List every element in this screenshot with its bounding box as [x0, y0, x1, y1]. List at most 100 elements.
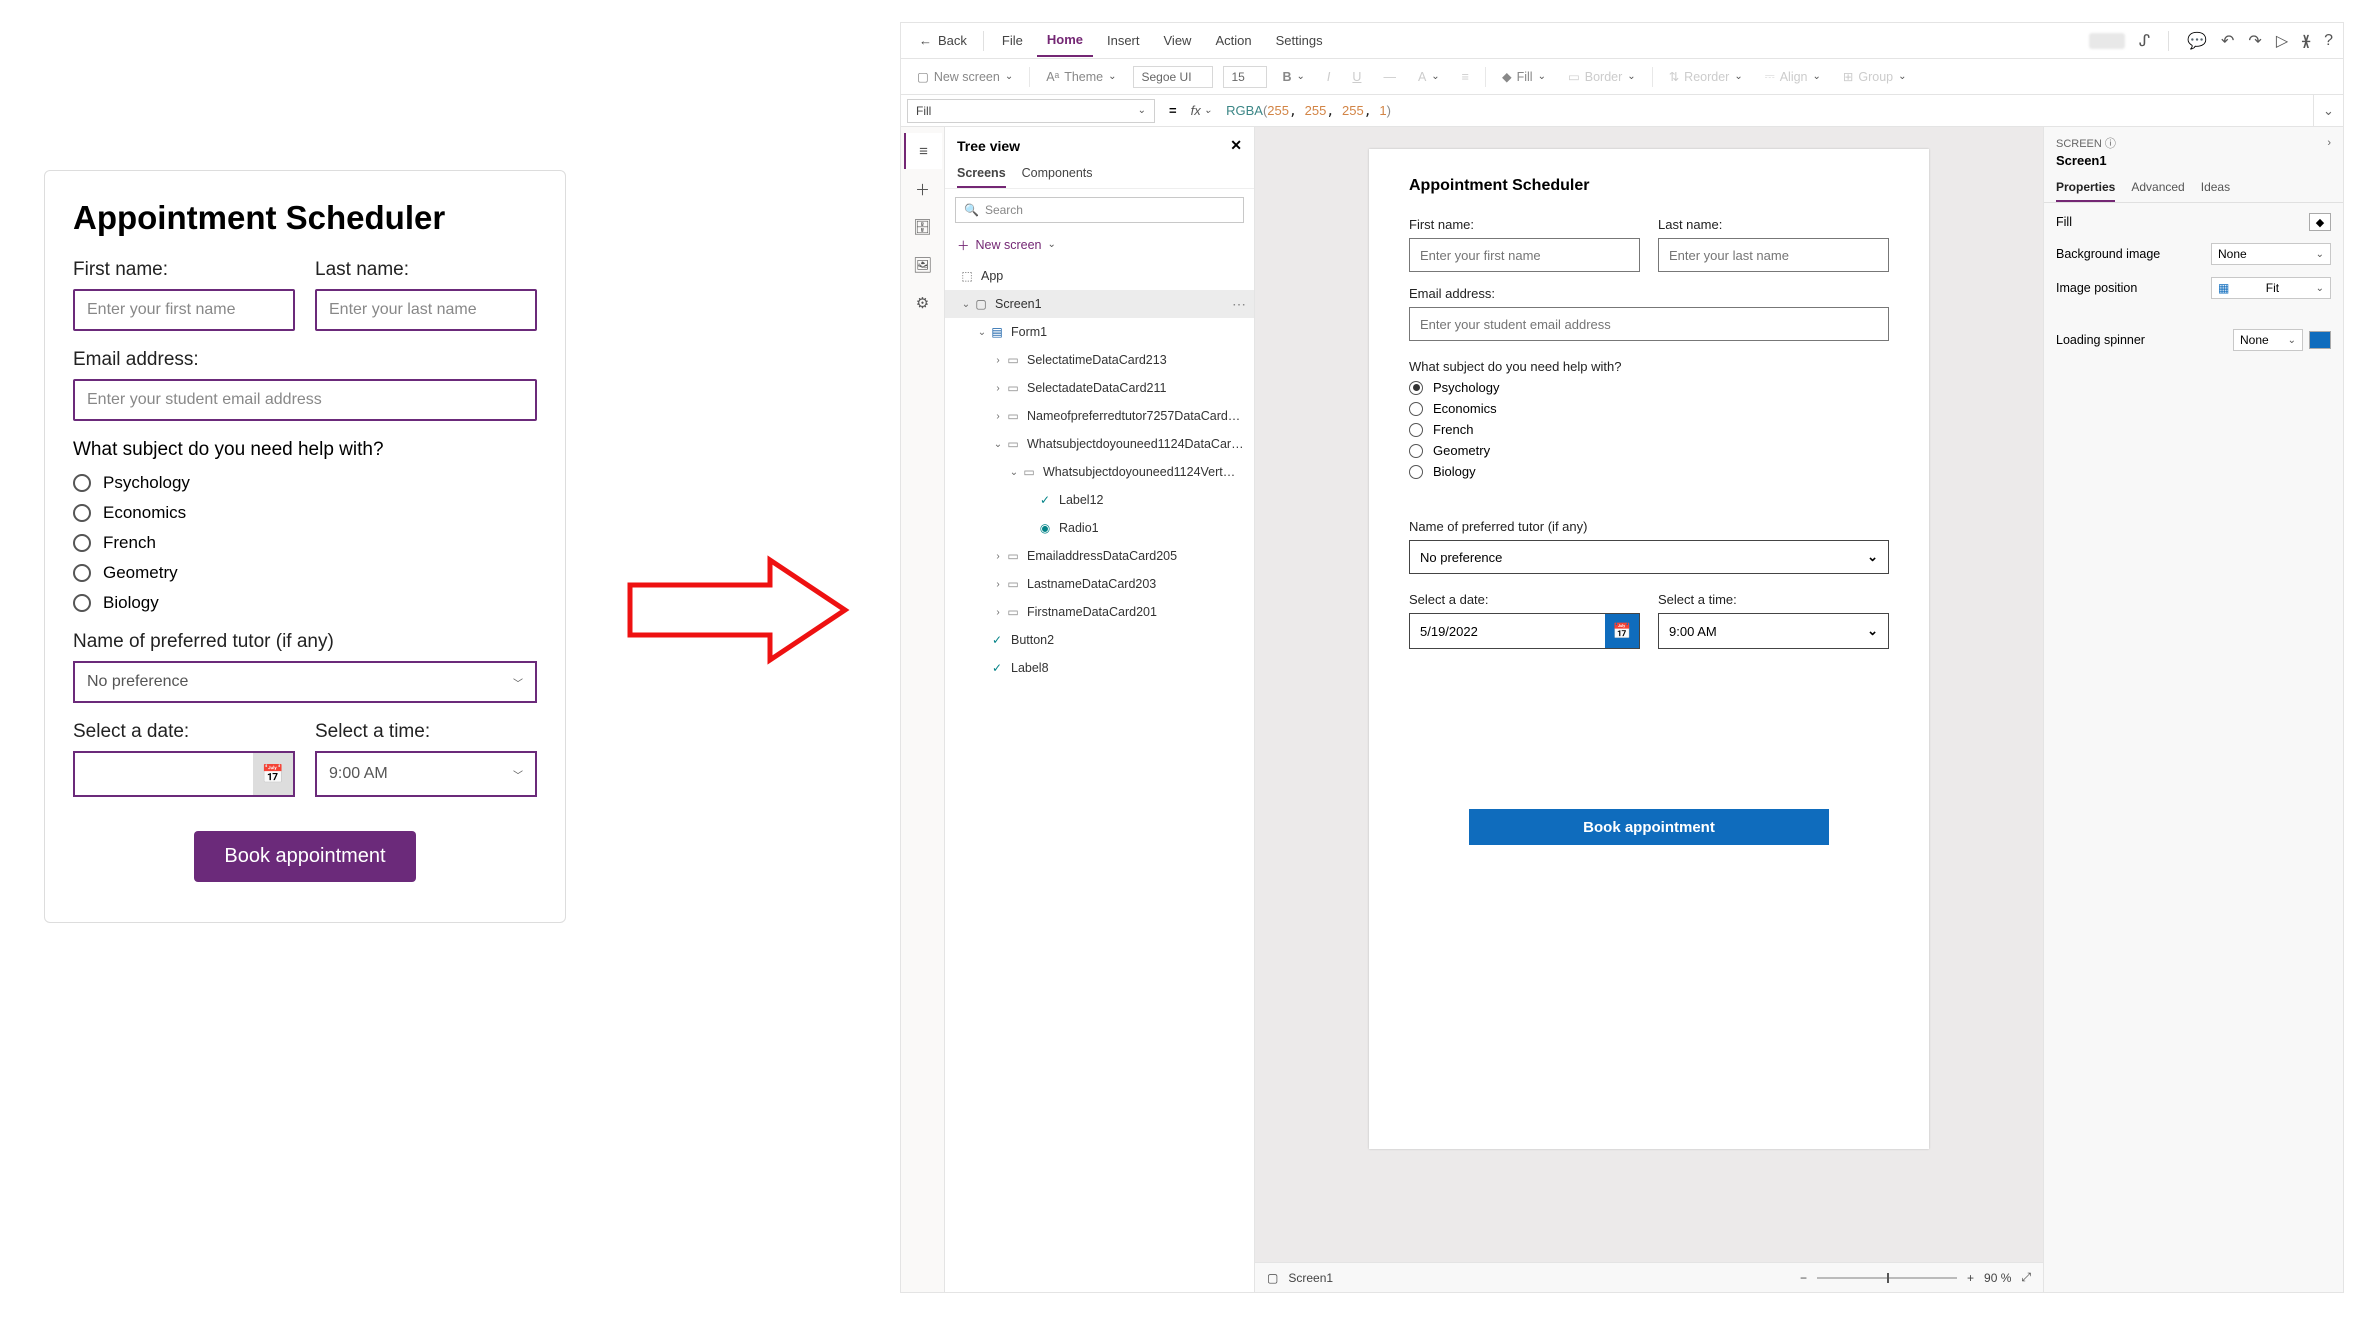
new-screen-button[interactable]: ▢ New screen ⌄ — [911, 65, 1019, 88]
undo-icon[interactable]: ↶ — [2221, 31, 2234, 51]
image-position-select[interactable]: ▦ Fit⌄ — [2211, 277, 2331, 299]
property-select[interactable]: Fill⌄ — [907, 99, 1155, 123]
more-icon[interactable]: ⋯ — [1232, 296, 1246, 313]
font-color-button: A⌄ — [1412, 66, 1446, 88]
fill-color-button[interactable]: ◆ — [2309, 213, 2331, 231]
chevron-right-icon[interactable]: › — [2327, 137, 2331, 149]
props-tab-ideas[interactable]: Ideas — [2201, 174, 2230, 202]
formula-bar: Fill⌄ = fx⌄ RGBA(255, 255, 255, 1) ⌄ — [901, 95, 2343, 127]
rail-insert[interactable]: ＋ — [904, 171, 942, 207]
bold-button[interactable]: B⌄ — [1277, 66, 1311, 88]
tree-node-label8[interactable]: ✓Label8 — [945, 654, 1254, 682]
time-label: Select a time: — [1658, 592, 1889, 607]
tree-tab-components[interactable]: Components — [1022, 160, 1093, 188]
zoom-in-button[interactable]: + — [1967, 1271, 1974, 1285]
tree-node-label12[interactable]: ✓Label12 — [945, 486, 1254, 514]
border-button: ▭ Border ⌄ — [1562, 65, 1642, 88]
tree-node-subject-card[interactable]: ⌄▭Whatsubjectdoyouneed1124DataCar… — [945, 430, 1254, 458]
last-name-input[interactable] — [1658, 238, 1889, 272]
tree-node-tutor[interactable]: ›▭Nameofpreferredtutor7257DataCard… — [945, 402, 1254, 430]
radio-icon — [1409, 423, 1423, 437]
tree-node-selectatime[interactable]: ›▭SelectatimeDataCard213 — [945, 346, 1254, 374]
radio-psychology[interactable]: Psychology — [1409, 380, 1889, 395]
back-button[interactable]: ←Back — [911, 33, 975, 48]
tree-node-app[interactable]: ⬚App — [945, 262, 1254, 290]
fill-button[interactable]: ◆ Fill ⌄ — [1496, 65, 1552, 88]
spinner-select[interactable]: None⌄ — [2233, 329, 2303, 351]
tree-node-firstname[interactable]: ›▭FirstnameDataCard201 — [945, 598, 1254, 626]
app-checker-icon[interactable]: ᔑ — [2139, 31, 2150, 51]
radio-circle-icon — [73, 474, 91, 492]
mock-tutor-label: Name of preferred tutor (if any) — [73, 631, 537, 653]
date-picker[interactable]: 5/19/2022📅 — [1409, 613, 1640, 649]
formula-expand[interactable]: ⌄ — [2313, 95, 2343, 126]
radio-circle-icon — [73, 534, 91, 552]
tree-node-subject-vert[interactable]: ⌄▭Whatsubjectdoyouneed1124Vert… — [945, 458, 1254, 486]
comments-icon[interactable]: 💬 — [2187, 31, 2207, 51]
theme-button[interactable]: Aᵃ Theme ⌄ — [1040, 66, 1122, 88]
book-appointment-button[interactable]: Book appointment — [1469, 809, 1829, 845]
mock-first-label: First name: — [73, 259, 295, 281]
tree-search-input[interactable]: 🔍 Search — [955, 197, 1244, 223]
font-select[interactable]: Segoe UI — [1133, 66, 1213, 88]
font-size-input[interactable]: 15 — [1223, 66, 1267, 88]
tree-tab-screens[interactable]: Screens — [957, 160, 1006, 188]
redo-icon[interactable]: ↷ — [2248, 31, 2261, 51]
radio-french[interactable]: French — [1409, 422, 1889, 437]
menu-insert[interactable]: Insert — [1097, 25, 1150, 56]
close-icon[interactable]: ✕ — [1230, 137, 1242, 154]
app-title: Appointment Scheduler — [1409, 177, 1889, 195]
info-icon[interactable]: ⓘ — [2105, 138, 2116, 150]
tree-node-email[interactable]: ›▭EmailaddressDataCard205 — [945, 542, 1254, 570]
user-badge — [2089, 33, 2125, 49]
menu-file[interactable]: File — [992, 25, 1033, 56]
underline-button: U — [1346, 66, 1367, 88]
spinner-color-swatch[interactable] — [2309, 331, 2331, 349]
canvas-area[interactable]: Appointment Scheduler First name: Last n… — [1255, 127, 2043, 1292]
menu-settings[interactable]: Settings — [1266, 25, 1333, 56]
tree-node-button2[interactable]: ✓Button2 — [945, 626, 1254, 654]
fit-to-window-icon[interactable]: ⤢ — [2021, 1270, 2031, 1285]
chevron-down-icon: ﹀ — [513, 675, 523, 690]
tutor-select[interactable]: No preference⌄ — [1409, 540, 1889, 574]
tree-list: ⬚App ⌄▢Screen1⋯ ⌄▤Form1 ›▭SelectatimeDat… — [945, 262, 1254, 1292]
app-screen1[interactable]: Appointment Scheduler First name: Last n… — [1369, 149, 1929, 1149]
calendar-icon[interactable]: 📅 — [1605, 614, 1639, 648]
rail-advanced-tools[interactable]: ⚙ — [904, 285, 942, 321]
tree-node-radio1[interactable]: ◉Radio1 — [945, 514, 1254, 542]
rail-tree-view[interactable]: ≡ — [904, 133, 942, 169]
chevron-down-icon: ﹀ — [513, 767, 523, 782]
first-name-input[interactable] — [1409, 238, 1640, 272]
bg-image-select[interactable]: None⌄ — [2211, 243, 2331, 265]
props-tab-advanced[interactable]: Advanced — [2131, 174, 2184, 202]
formula-input[interactable]: RGBA(255, 255, 255, 1) — [1218, 103, 2313, 119]
props-selection-name: Screen1 — [2044, 153, 2343, 174]
time-select[interactable]: 9:00 AM⌄ — [1658, 613, 1889, 649]
tree-node-form1[interactable]: ⌄▤Form1 — [945, 318, 1254, 346]
radio-economics[interactable]: Economics — [1409, 401, 1889, 416]
tree-node-selectadate[interactable]: ›▭SelectadateDataCard211 — [945, 374, 1254, 402]
fx-icon[interactable]: fx⌄ — [1185, 103, 1219, 118]
tree-node-lastname[interactable]: ›▭LastnameDataCard203 — [945, 570, 1254, 598]
tree-view-title: Tree view — [957, 138, 1020, 154]
menu-home[interactable]: Home — [1037, 24, 1093, 57]
tree-node-screen1[interactable]: ⌄▢Screen1⋯ — [945, 290, 1254, 318]
menu-action[interactable]: Action — [1205, 25, 1261, 56]
radio-geometry[interactable]: Geometry — [1409, 443, 1889, 458]
play-icon[interactable]: ▷ — [2276, 31, 2288, 51]
footer-screen-name: Screen1 — [1288, 1271, 1333, 1285]
email-input[interactable] — [1409, 307, 1889, 341]
rail-data[interactable]: 🗄 — [904, 209, 942, 245]
radio-biology[interactable]: Biology — [1409, 464, 1889, 479]
zoom-out-button[interactable]: − — [1800, 1271, 1807, 1285]
props-tab-properties[interactable]: Properties — [2056, 174, 2115, 202]
mock-radio-list: Psychology Economics French Geometry Bio… — [73, 473, 537, 613]
tree-new-screen[interactable]: ＋New screen ⌄ — [945, 231, 1254, 262]
menu-view[interactable]: View — [1154, 25, 1202, 56]
zoom-slider[interactable] — [1817, 1277, 1957, 1279]
mock-last-input: Enter your last name — [315, 289, 537, 331]
rail-media[interactable]: 🖼 — [904, 247, 942, 283]
share-icon[interactable]: ᚕ — [2302, 31, 2310, 51]
subject-radio-group[interactable]: Psychology Economics French Geometry Bio… — [1409, 380, 1889, 479]
help-icon[interactable]: ? — [2324, 32, 2333, 50]
